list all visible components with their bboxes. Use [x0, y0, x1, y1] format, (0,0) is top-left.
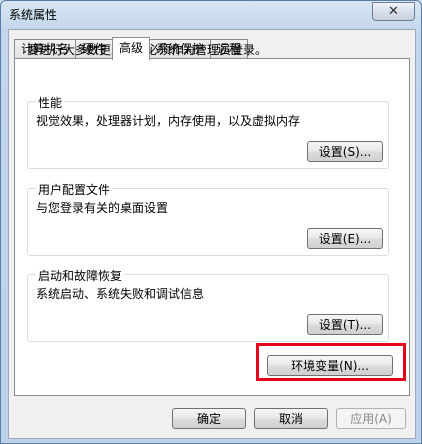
performance-description: 视觉效果，处理器计划，内存使用，以及虚拟内存	[36, 114, 301, 128]
user-profiles-title: 用户配置文件	[36, 181, 113, 198]
close-button[interactable]: ✕	[372, 2, 415, 21]
system-properties-window: 系统属性 ✕ 计算机名 硬件 高级 系统保护 远程 要进行大多数更改，您必须作为…	[0, 0, 422, 444]
red-highlight-box	[256, 343, 406, 381]
startup-recovery-description: 系统启动、系统失败和调试信息	[36, 287, 205, 301]
cancel-button[interactable]: 取消	[254, 408, 328, 429]
performance-title: 性能	[36, 94, 65, 111]
user-profiles-settings-button[interactable]: 设置(E)...	[307, 228, 383, 249]
user-profiles-description: 与您登录有关的桌面设置	[36, 201, 169, 215]
window-title: 系统属性	[9, 8, 58, 22]
performance-settings-button[interactable]: 设置(S)...	[307, 141, 383, 162]
ok-button[interactable]: 确定	[172, 408, 246, 429]
tab-advanced[interactable]: 高级	[112, 37, 151, 60]
startup-recovery-settings-button[interactable]: 设置(T)...	[307, 314, 383, 335]
close-icon: ✕	[388, 4, 399, 19]
apply-button[interactable]: 应用(A)	[336, 408, 406, 429]
startup-recovery-title: 启动和故障恢复	[36, 267, 125, 284]
